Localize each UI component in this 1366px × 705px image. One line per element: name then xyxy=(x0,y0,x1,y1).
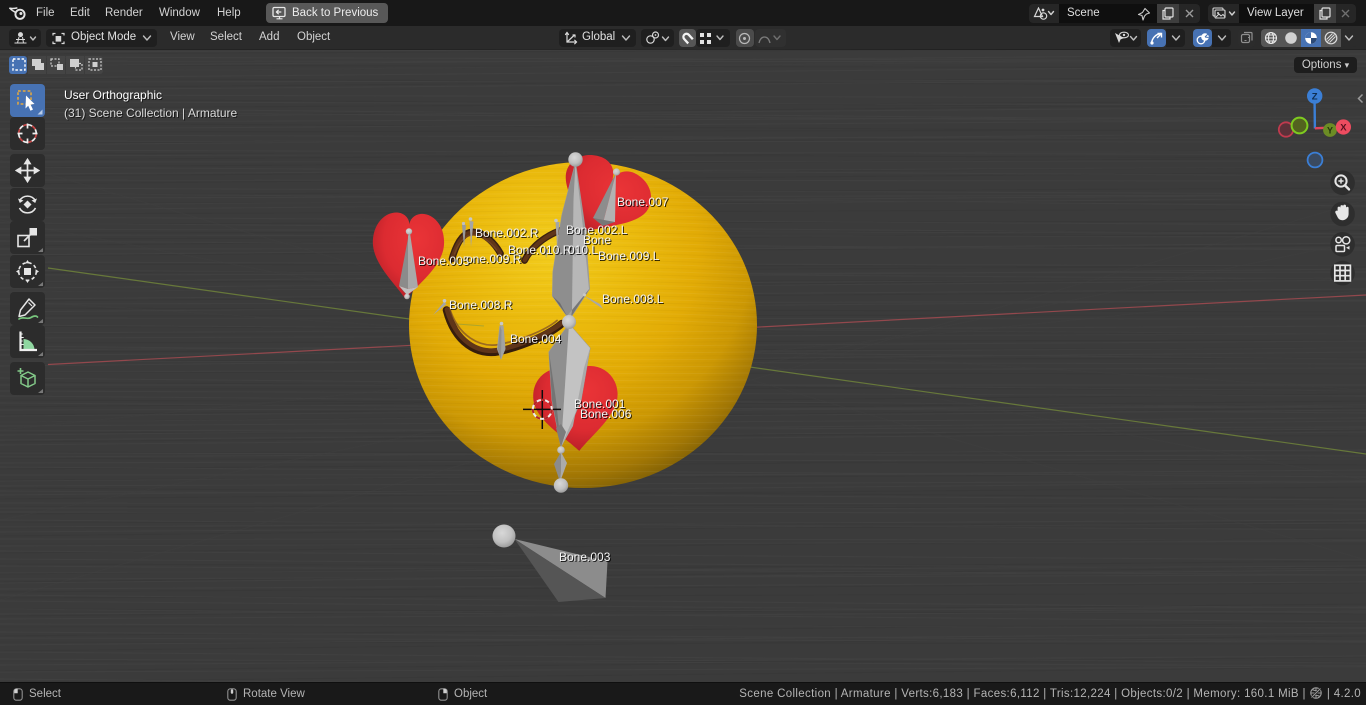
svg-text:X: X xyxy=(1340,123,1347,134)
svg-text:Y: Y xyxy=(1327,125,1333,135)
svg-text:Z: Z xyxy=(1312,92,1318,103)
